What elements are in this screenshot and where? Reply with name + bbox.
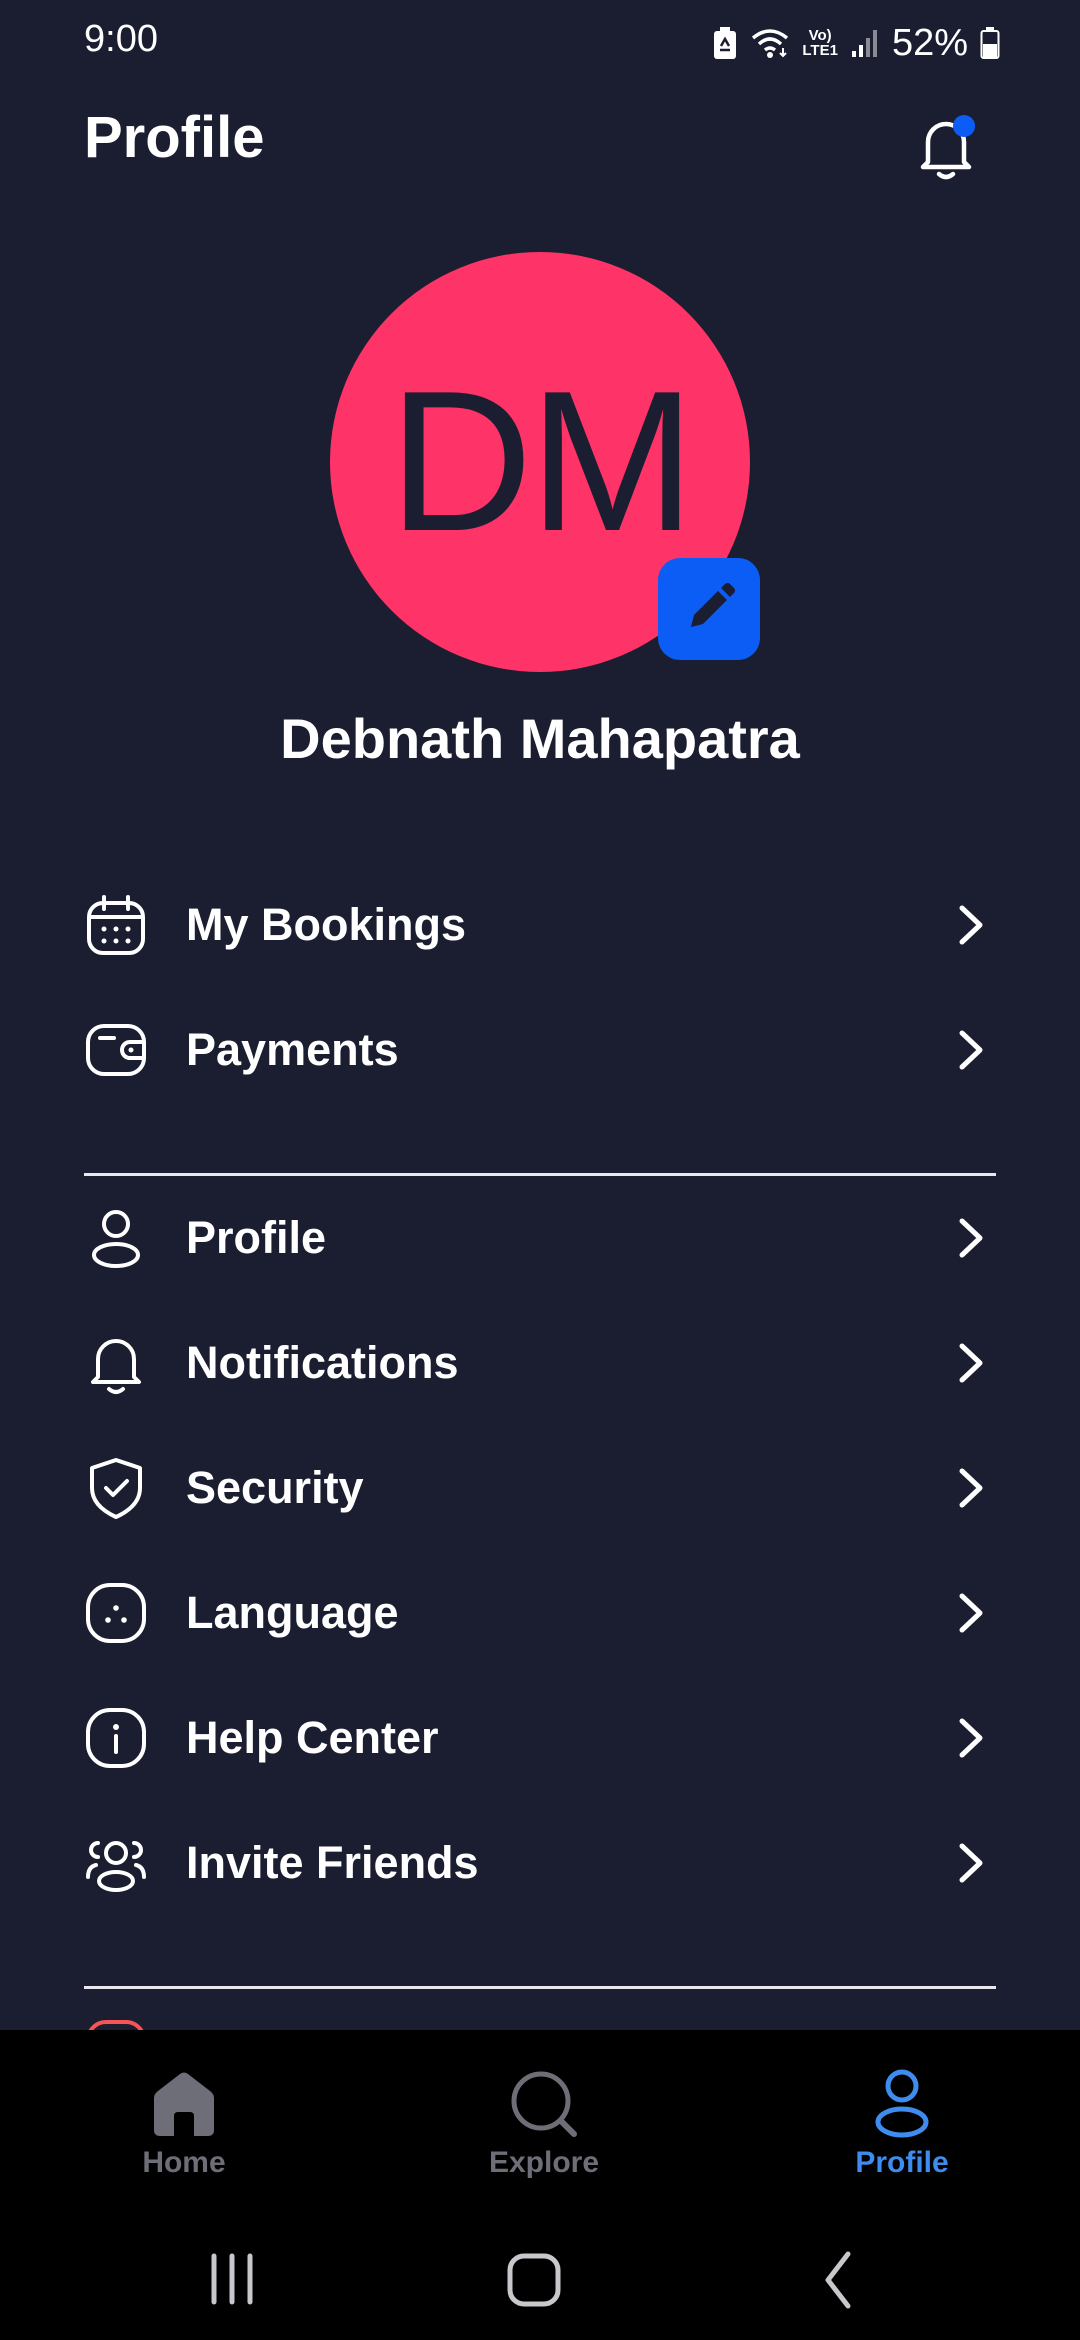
menu-label: Notifications xyxy=(186,1337,459,1388)
status-time: 9:00 xyxy=(84,18,158,60)
shield-icon xyxy=(84,1456,148,1520)
battery-saver-icon xyxy=(714,27,737,59)
back-icon xyxy=(825,2251,851,2309)
recent-apps-icon xyxy=(211,2253,253,2305)
recent-apps-button[interactable] xyxy=(172,2240,292,2320)
notification-dot xyxy=(953,115,975,137)
home-icon xyxy=(154,2072,214,2136)
nav-label: Profile xyxy=(855,2146,949,2179)
menu-label: Invite Friends xyxy=(186,1837,479,1888)
info-icon xyxy=(84,1706,148,1770)
menu-label: Profile xyxy=(186,1212,327,1263)
nav-profile[interactable]: Profile xyxy=(752,2030,1052,2210)
chevron-right-icon xyxy=(959,1030,983,1070)
wallet-icon xyxy=(84,1018,148,1082)
menu-item-payments[interactable]: Payments xyxy=(84,995,996,1105)
notifications-button[interactable] xyxy=(906,104,986,184)
menu-item-invite-friends[interactable]: Invite Friends xyxy=(84,1808,996,1918)
volte-indicator: Vo) LTE1 xyxy=(802,28,838,58)
chevron-right-icon xyxy=(959,1718,983,1758)
bell-icon xyxy=(84,1331,148,1395)
search-icon xyxy=(511,2071,577,2137)
lte-label: LTE1 xyxy=(802,42,838,59)
status-icons: Vo) LTE1 52% xyxy=(712,18,1000,68)
pencil-icon xyxy=(691,583,735,627)
chevron-right-icon xyxy=(959,1343,983,1383)
user-icon xyxy=(875,2069,929,2138)
nav-label: Explore xyxy=(488,2146,600,2179)
menu-label: My Bookings xyxy=(186,899,467,950)
page-title: Profile xyxy=(84,105,265,170)
wifi-icon xyxy=(752,29,789,58)
nav-label: Home xyxy=(142,2146,226,2179)
avatar-initials: DM xyxy=(388,350,695,573)
menu-item-my-bookings[interactable]: My Bookings xyxy=(84,870,996,980)
menu-item-security[interactable]: Security xyxy=(84,1433,996,1543)
users-icon xyxy=(84,1831,148,1895)
logout-icon[interactable] xyxy=(84,2018,148,2030)
menu-label: Language xyxy=(186,1587,399,1638)
language-icon xyxy=(84,1581,148,1645)
chevron-right-icon xyxy=(959,1468,983,1508)
menu-label: Payments xyxy=(186,1024,399,1075)
battery-percentage: 52% xyxy=(891,21,968,64)
chevron-right-icon xyxy=(959,1843,983,1883)
bell-icon xyxy=(920,115,975,180)
chevron-right-icon xyxy=(959,905,983,945)
home-system-button[interactable] xyxy=(474,2240,594,2320)
chevron-right-icon xyxy=(959,1218,983,1258)
menu-item-help-center[interactable]: Help Center xyxy=(84,1683,996,1793)
nav-explore[interactable]: Explore xyxy=(394,2030,694,2210)
edit-avatar-button[interactable] xyxy=(658,558,760,660)
menu-item-language[interactable]: Language xyxy=(84,1558,996,1668)
bottom-nav: Home Explore Profile xyxy=(0,2030,1080,2210)
calendar-icon xyxy=(84,893,148,957)
section-divider xyxy=(84,1173,996,1176)
signal-icon xyxy=(851,30,877,57)
chevron-right-icon xyxy=(959,1593,983,1633)
menu-item-notifications[interactable]: Notifications xyxy=(84,1308,996,1418)
section-divider xyxy=(84,1986,996,1989)
menu-label: Help Center xyxy=(186,1712,439,1763)
status-bar: 9:00 Vo) LTE1 52% xyxy=(0,0,1080,84)
nav-home[interactable]: Home xyxy=(34,2030,334,2210)
battery-icon xyxy=(980,27,1000,59)
user-name: Debnath Mahapatra xyxy=(280,707,800,770)
user-icon xyxy=(84,1206,148,1270)
menu-label: Security xyxy=(186,1462,364,1513)
menu-item-profile[interactable]: Profile xyxy=(84,1183,996,1293)
home-square-icon xyxy=(507,2253,561,2307)
system-nav-bar xyxy=(0,2210,1080,2340)
volte-label: Vo) xyxy=(808,27,832,44)
back-button[interactable] xyxy=(778,2240,898,2320)
